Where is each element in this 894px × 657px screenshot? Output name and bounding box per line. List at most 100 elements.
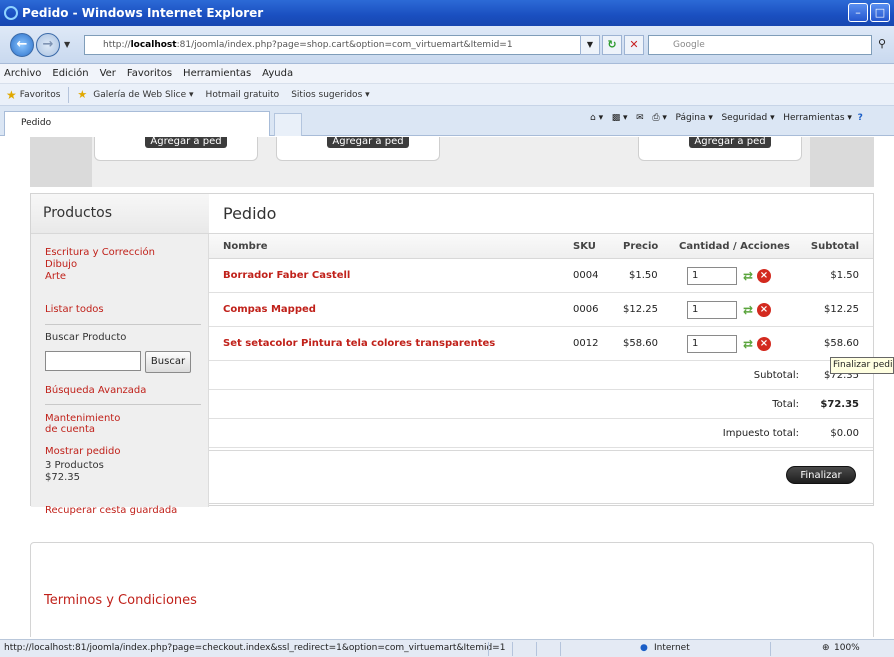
cart-row: Set setacolor Pintura tela colores trans… [209,327,873,361]
update-quantity-icon[interactable]: ⇄ [743,270,755,282]
category-link[interactable]: Dibujo [45,259,77,270]
feeds-icon[interactable]: ▩ ▾ [612,113,628,123]
menu-ver[interactable]: Ver [100,68,116,79]
address-input[interactable]: http://localhost:81/joomla/index.php?pag… [84,35,596,55]
url-path: :81/joomla/index.php?page=shop.cart&opti… [176,40,513,50]
product-sku: 0012 [573,338,599,349]
search-icon[interactable]: ⚲ [872,35,892,55]
print-icon[interactable]: ⎙ ▾ [652,113,667,123]
stop-icon[interactable]: ✕ [624,35,644,55]
zoom-level[interactable]: 100% [834,640,860,657]
divider [512,642,513,656]
forward-button[interactable]: → [36,33,60,57]
update-quantity-icon[interactable]: ⇄ [743,304,755,316]
product-name-link[interactable]: Set setacolor Pintura tela colores trans… [223,338,495,349]
page-title: Pedido [223,204,277,223]
security-zone: Internet [654,643,690,653]
show-order-link[interactable]: Mostrar pedido [45,446,121,457]
delete-item-icon[interactable]: × [757,269,771,283]
address-dropdown-icon[interactable]: ▼ [580,35,600,55]
add-to-cart-button[interactable]: Agregar a ped [145,137,227,148]
product-name-link[interactable]: Compas Mapped [223,304,316,315]
divider [68,86,70,103]
sidebar: Productos Escritura y Corrección Dibujo … [31,194,209,516]
checkout-bar: Finalizar [209,450,873,504]
checkout-button[interactable]: Finalizar [786,466,856,484]
search-placeholder: Google [673,40,705,50]
window-titlebar: Pedido - Windows Internet Explorer [0,0,894,26]
command-bar: ⌂ ▾ ▩ ▾ ✉ ⎙ ▾ Página ▾ Seguridad ▾ Herra… [590,113,863,123]
saved-cart-label: Recuperar cesta guardada [45,505,178,516]
delete-item-icon[interactable]: × [757,337,771,351]
list-all-link[interactable]: Listar todos [45,304,104,315]
page-menu[interactable]: Página ▾ [676,113,713,123]
category-link[interactable]: Arte [45,271,66,282]
url-host: localhost [130,40,177,50]
product-name-link[interactable]: Borrador Faber Castell [223,270,350,281]
delete-item-icon[interactable]: × [757,303,771,317]
web-slice-gallery-link[interactable]: Galería de Web Slice ▾ [93,90,193,100]
main-panel: Productos Escritura y Corrección Dibujo … [30,193,874,516]
help-icon[interactable]: ? [858,113,863,123]
hotmail-link[interactable]: Hotmail gratuito [206,90,280,100]
quantity-input[interactable]: 1 [687,267,737,285]
product-sku: 0006 [573,304,599,315]
product-price: $58.60 [623,338,658,349]
security-menu[interactable]: Seguridad ▾ [721,113,774,123]
summary-total-row: Total: $72.35 [209,390,873,419]
maximize-button[interactable]: □ [870,3,890,22]
menu-favoritos[interactable]: Favoritos [127,68,172,79]
home-icon[interactable]: ⌂ ▾ [590,113,603,123]
ie-logo-icon [4,6,18,20]
menu-herramientas[interactable]: Herramientas [183,68,251,79]
menu-ayuda[interactable]: Ayuda [262,68,293,79]
total-label: Total: [772,399,799,410]
quantity-input[interactable]: 1 [687,301,737,319]
back-button[interactable]: ← [10,33,34,57]
divider [560,642,561,656]
mail-icon[interactable]: ✉ [636,113,644,123]
quantity-input[interactable]: 1 [687,335,737,353]
status-url: http://localhost:81/joomla/index.php?pag… [4,643,506,653]
search-button[interactable]: Buscar [145,351,191,373]
tools-menu[interactable]: Herramientas ▾ [783,113,852,123]
header-sku: SKU [573,241,596,252]
new-tab-button[interactable] [274,113,302,136]
menu-edicion[interactable]: Edición [52,68,88,79]
account-maintenance-link[interactable]: Mantenimiento de cuenta [45,413,120,435]
footer-panel: Terminos y Condiciones [30,542,874,637]
add-to-cart-button[interactable]: Agregar a ped [327,137,409,148]
add-favorite-icon[interactable]: ★ [77,88,87,101]
page-viewport: Agregar a ped Agregar a ped Agregar a pe… [0,137,894,637]
favorites-button[interactable]: Favoritos [20,90,61,100]
status-bar: http://localhost:81/joomla/index.php?pag… [0,639,894,657]
cart-row: Compas Mapped 0006 $12.25 1 ⇄ × $12.25 [209,293,873,327]
product-search-input[interactable] [45,351,141,371]
search-input[interactable]: Google [648,35,872,55]
advanced-search-link[interactable]: Búsqueda Avanzada [45,385,146,396]
zoom-icon[interactable]: ⊕ [822,640,830,657]
menu-bar: Archivo Edición Ver Favoritos Herramient… [0,64,894,84]
saved-cart-link[interactable]: Recuperar cesta guardada [45,505,177,516]
account-link-line: de cuenta [45,424,96,435]
suggested-sites-link[interactable]: Sitios sugeridos ▾ [291,90,369,100]
category-link[interactable]: Escritura y Corrección [45,247,155,258]
summary-subtotal-row: Subtotal: $72.35 [209,361,873,390]
divider [45,404,201,405]
minimize-button[interactable]: – [848,3,868,22]
update-quantity-icon[interactable]: ⇄ [743,338,755,350]
recent-pages-dropdown-icon[interactable]: ▼ [64,40,70,49]
add-to-cart-button[interactable]: Agregar a ped [689,137,771,148]
search-product-label: Buscar Producto [45,332,127,343]
divider [45,324,201,325]
header-qty: Cantidad / Acciones [679,241,790,252]
tab-pedido[interactable]: Pedido [4,111,270,136]
header-price: Precio [623,241,659,252]
menu-archivo[interactable]: Archivo [4,68,41,79]
header-subtotal: Subtotal [810,241,859,252]
address-toolbar: ← → ▼ http://localhost:81/joomla/index.p… [0,26,894,64]
product-price: $1.50 [629,270,658,281]
refresh-icon[interactable]: ↻ [602,35,622,55]
terms-link[interactable]: Terminos y Condiciones [44,593,197,608]
tax-value: $0.00 [830,428,859,439]
